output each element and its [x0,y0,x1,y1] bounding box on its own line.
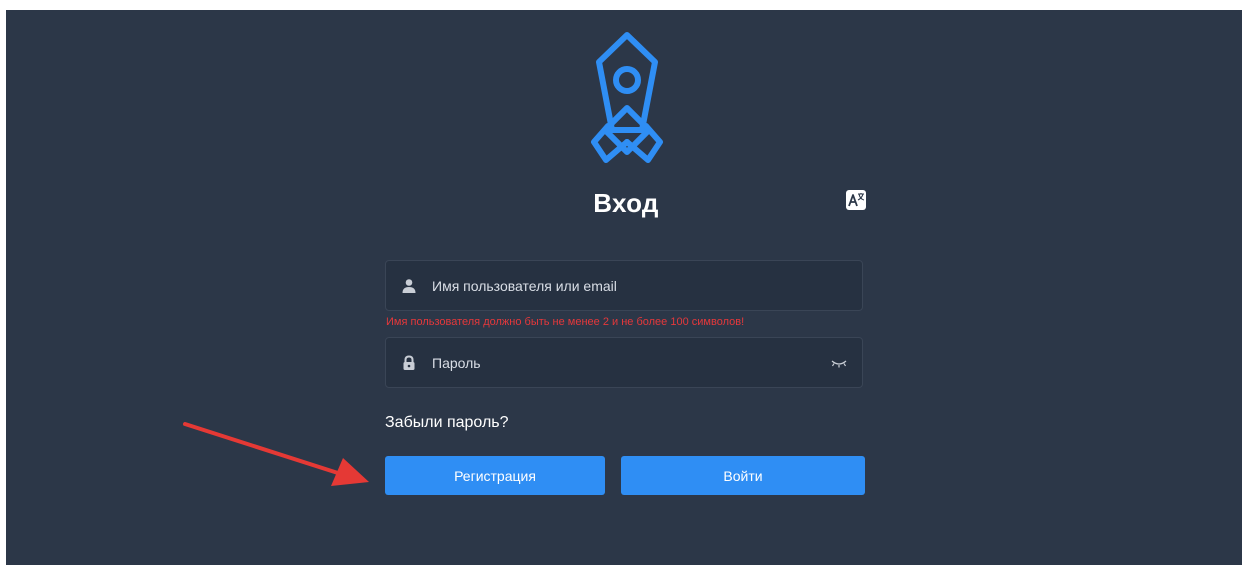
password-field [385,337,863,388]
username-error-message: Имя пользователя должно быть не менее 2 … [386,316,745,328]
page-title: Вход [593,188,659,218]
rocket-logo-icon [591,32,663,163]
username-input[interactable] [432,261,812,310]
login-page: Вход Имя пользователя должно быть не мен… [6,10,1242,565]
eye-closed-icon[interactable] [830,356,848,370]
translate-icon[interactable] [846,190,866,210]
register-button[interactable]: Регистрация [385,456,605,495]
login-button[interactable]: Войти [621,456,865,495]
forgot-password-link[interactable]: Забыли пароль? [385,414,509,432]
username-field [385,260,863,311]
password-input[interactable] [432,338,812,387]
user-icon [402,279,416,293]
lock-icon [403,355,415,370]
red-arrow-annotation [183,422,369,486]
